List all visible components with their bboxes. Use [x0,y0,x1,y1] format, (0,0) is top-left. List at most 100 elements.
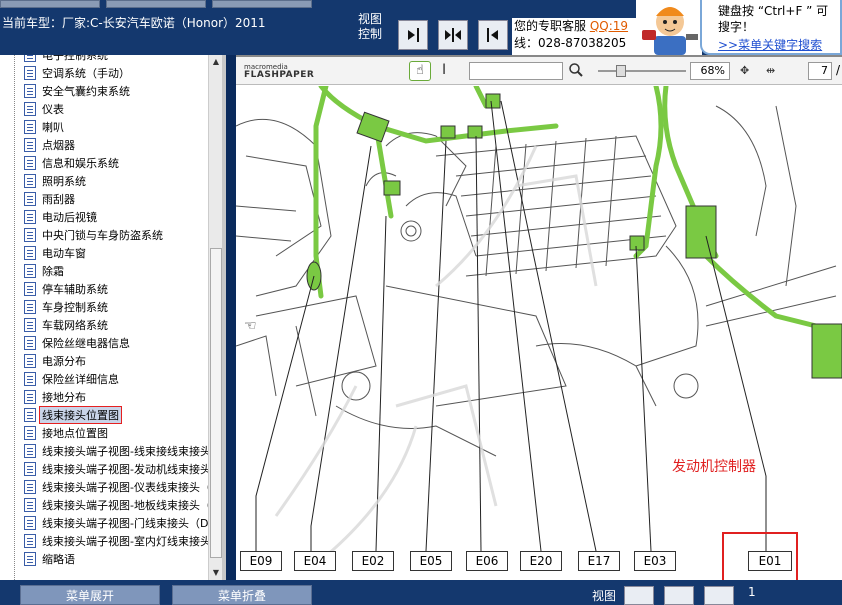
tree-scrollbar[interactable]: ▲ ▼ [208,55,222,580]
zoom-level-field[interactable]: 68% [690,62,730,80]
fit-page-icon[interactable]: ✥ [740,64,756,78]
connector-code[interactable]: E17 [578,551,620,571]
fit-width-icon[interactable]: ⇹ [766,64,782,78]
zoom-slider-knob[interactable] [616,65,626,77]
tree-item[interactable]: 点烟器 [24,136,75,154]
bottom-view-right-button[interactable] [624,586,654,605]
tree-item[interactable]: 安全气囊约束系统 [24,82,130,100]
tree-item[interactable]: 车载网络系统 [24,316,108,334]
tree-item[interactable]: 线束接头端子视图-发动机线束接头 [24,460,211,478]
tree-item-label: 安全气囊约束系统 [42,85,130,98]
service-phone: 线：028-87038205 [514,36,627,50]
tree-item[interactable]: 空调系统（手动） [24,64,130,82]
document-icon [24,84,36,98]
harness-connector [383,180,401,196]
menu-collapse-button[interactable]: 菜单折叠 [172,585,312,605]
connector-code[interactable]: E09 [240,551,282,571]
tree-item[interactable]: 线束接头端子视图-室内灯线束接头 [24,532,211,550]
document-icon [24,210,36,224]
bottom-view-label: 视图 [592,589,617,603]
document-icon [24,534,36,548]
document-icon [24,426,36,440]
top-menu-button[interactable] [212,0,312,8]
top-menu-strip [0,0,312,8]
connector-code[interactable]: E05 [410,551,452,571]
document-icon [24,552,36,566]
search-icon[interactable] [568,62,584,78]
menu-keyword-search-link[interactable]: >>菜单关键字搜索 [718,37,840,53]
tree-item[interactable]: 信息和娱乐系统 [24,154,119,172]
harness-connector [685,205,717,259]
harness-connector [440,125,456,139]
tree-item[interactable]: 电子控制系统 [24,55,108,64]
harness-connectors [306,93,842,379]
document-icon [24,444,36,458]
zoom-slider-track[interactable] [598,70,686,72]
connector-code[interactable]: E06 [466,551,508,571]
bottom-view-left-button[interactable] [704,586,734,605]
document-icon [24,282,36,296]
document-icon [24,390,36,404]
service-qq-link[interactable]: QQ:19 [590,19,628,33]
tree-item-label: 线束接头端子视图-发动机线束接头 [42,463,211,476]
tree-item-label: 空调系统（手动） [42,67,130,80]
tree-item-label: 线束接头端子视图-室内灯线束接头 [42,535,211,548]
document-icon [24,156,36,170]
document-icon [24,102,36,116]
view-left-panel-button[interactable] [478,20,508,50]
bottom-view-split-button[interactable] [664,586,694,605]
tree-item[interactable]: 缩略语 [24,550,75,568]
document-icon [24,354,36,368]
view-split-button[interactable] [438,20,468,50]
menu-expand-button[interactable]: 菜单展开 [20,585,160,605]
service-text: 您的专职客服 [514,19,587,33]
connector-location-diagram[interactable]: ☜ E09 E04 E02 E05 E06 E20 E17 E03 E01 发动机控制器 [236,86,842,582]
connector-code[interactable]: E02 [352,551,394,571]
tree-item[interactable]: 线束接头端子视图-门线束接头（D [24,514,208,532]
tree-item[interactable]: 线束接头端子视图-线束接线束接头 [24,442,211,460]
tree-item[interactable]: 电动后视镜 [24,208,97,226]
tree-item[interactable]: 照明系统 [24,172,86,190]
text-cursor-icon: I [442,62,447,78]
top-menu-button[interactable] [106,0,206,8]
tree-item[interactable]: 雨刮器 [24,190,75,208]
tree-item[interactable]: 接地点位置图 [24,424,108,442]
top-menu-button[interactable] [0,0,100,8]
scroll-thumb[interactable] [210,248,222,558]
tree-item[interactable]: 车身控制系统 [24,298,108,316]
tree-item-label: 点烟器 [42,139,75,152]
tree-item[interactable]: 中央门锁与车身防盗系统 [24,226,163,244]
page-number-field[interactable]: 7 [808,62,832,80]
document-icon [24,462,36,476]
tree-item[interactable]: 仪表 [24,100,64,118]
tree-item-label: 停车辅助系统 [42,283,108,296]
tree-item[interactable]: 线束接头位置图 [24,406,122,424]
tree-item[interactable]: 电动车窗 [24,244,86,262]
document-icon [24,174,36,188]
tree-item[interactable]: 接地分布 [24,388,86,406]
tree-item[interactable]: 喇叭 [24,118,64,136]
tree-item-label: 电子控制系统 [42,55,108,62]
tree-item[interactable]: 线束接头端子视图-仪表线束接头（ [24,478,211,496]
document-icon [24,336,36,350]
search-input[interactable] [469,62,563,80]
harness-connector [629,235,645,251]
harness-connector [467,125,483,139]
scroll-down-arrow[interactable]: ▼ [209,566,222,580]
view-right-panel-button[interactable] [398,20,428,50]
flashpaper-toolbar: macromedia FLASHPAPER ☝ I 68% ✥ ⇹ 7 / [236,57,842,85]
connector-code[interactable]: E20 [520,551,562,571]
tree-item[interactable]: 保险丝继电器信息 [24,334,130,352]
tree-item[interactable]: 电源分布 [24,352,86,370]
tree-item[interactable]: 保险丝详细信息 [24,370,119,388]
scroll-up-arrow[interactable]: ▲ [209,55,222,69]
tree-item[interactable]: 线束接头端子视图-地板线束接头（ [24,496,211,514]
connector-code[interactable]: E04 [294,551,336,571]
tree-item[interactable]: 停车辅助系统 [24,280,108,298]
hand-tool-button[interactable]: ☝ [409,61,431,81]
tree-item-label: 除霜 [42,265,64,278]
view-control-label: 视图控制 [358,12,383,41]
text-select-tool[interactable]: I [442,62,446,78]
tree-item[interactable]: 除霜 [24,262,64,280]
connector-code[interactable]: E03 [634,551,676,571]
